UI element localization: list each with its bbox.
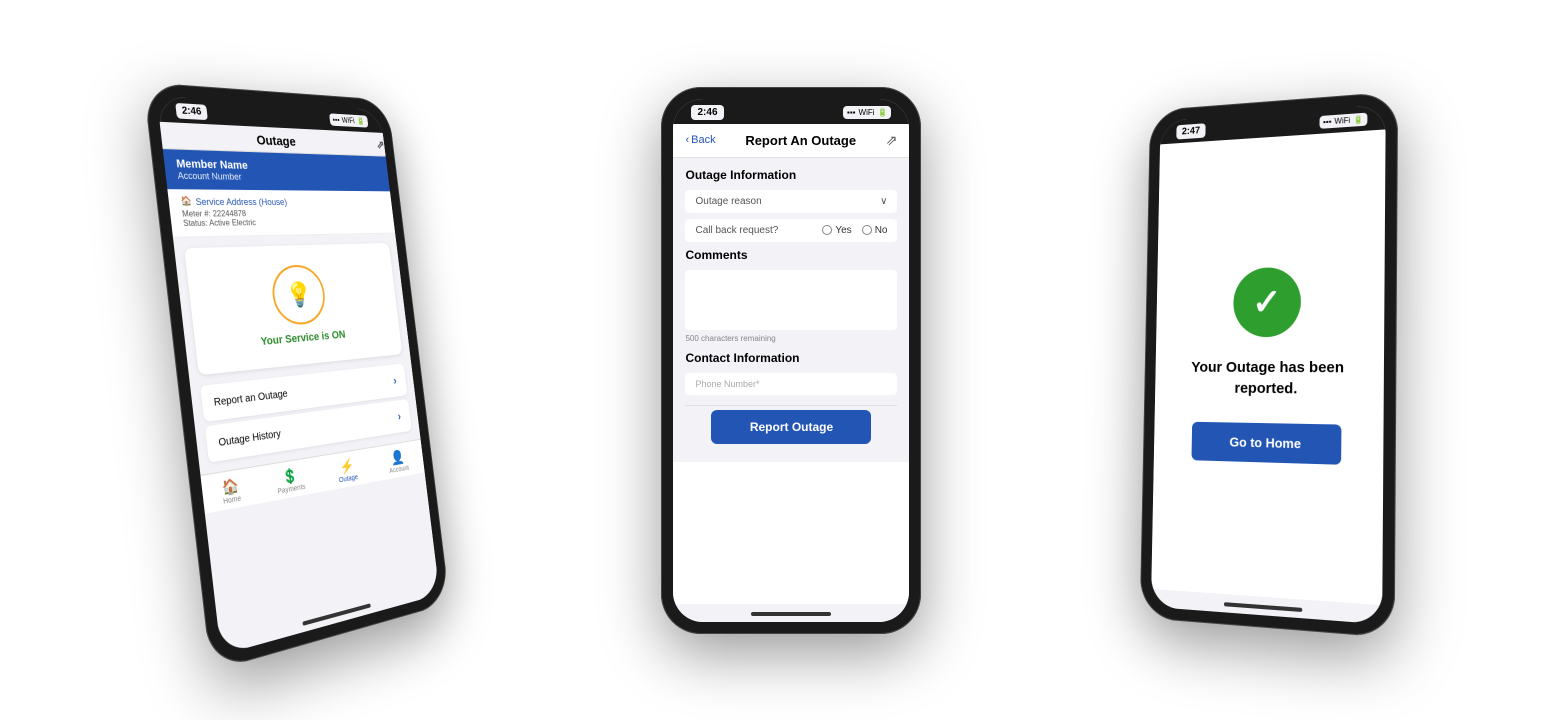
phone-1-screen: 2:46 ▪▪▪ WiFi 🔋 Outage ⇗ xyxy=(157,95,440,654)
on-label: ON xyxy=(331,328,346,341)
outage-info-title: Outage Information xyxy=(685,168,897,182)
comments-textarea[interactable] xyxy=(685,270,897,330)
address-row: 🏠 Service Address (House) xyxy=(180,195,383,207)
account-card: Member Name Account Number xyxy=(163,149,390,191)
success-screen: ✓ Your Outage has been reported. Go to H… xyxy=(1151,129,1385,605)
home-bar-line-3 xyxy=(1224,602,1302,612)
time-3: 2:47 xyxy=(1176,123,1205,139)
nav-payments[interactable]: 💲 Payments xyxy=(275,465,306,495)
battery-icon: 🔋 xyxy=(357,116,366,125)
screen1-title: Outage xyxy=(256,132,297,148)
report-outage-button[interactable]: Report Outage xyxy=(711,410,871,444)
char-remaining-text: 500 characters remaining xyxy=(685,334,897,343)
nav-account[interactable]: 👤 Account xyxy=(387,447,409,474)
screen2-body: Outage Information Outage reason ∨ Call … xyxy=(673,158,909,462)
dropdown-arrow-icon: ∨ xyxy=(880,196,887,207)
yes-label: Yes xyxy=(835,225,851,236)
account-nav-icon: 👤 xyxy=(390,448,405,466)
yes-radio[interactable] xyxy=(822,225,832,235)
nav-outage[interactable]: ⚡ Outage xyxy=(337,456,359,484)
back-chevron-icon: ‹ xyxy=(685,134,689,146)
phone-1-content: Outage ⇗ Member Name Account Number 🏠 Se… xyxy=(160,121,438,635)
house-icon: 🏠 xyxy=(180,195,192,207)
status-icons-1: ▪▪▪ WiFi 🔋 xyxy=(329,113,369,127)
signal-icon-2: ▪▪▪ xyxy=(847,108,856,117)
share-icon[interactable]: ⇗ xyxy=(376,138,385,151)
notch-2 xyxy=(751,99,831,119)
home-bar-2 xyxy=(673,604,909,622)
divider xyxy=(685,405,897,406)
share-icon-2[interactable]: ⇗ xyxy=(886,132,898,149)
phone-2-wrapper: 2:46 ▪▪▪ WiFi 🔋 ‹ Back xyxy=(661,87,921,634)
home-nav-icon: 🏠 xyxy=(221,476,240,497)
phone-2-screen: 2:46 ▪▪▪ WiFi 🔋 ‹ Back xyxy=(673,99,909,622)
address-card: 🏠 Service Address (House) Meter #: 22244… xyxy=(168,189,396,238)
bulb-icon: 💡 xyxy=(285,279,314,309)
battery-icon-3: 🔋 xyxy=(1353,114,1363,124)
scene: 2:46 ▪▪▪ WiFi 🔋 Outage ⇗ xyxy=(0,0,1563,720)
phone-3: 2:47 ▪▪▪ WiFi 🔋 ✓ Your Outage has been r… xyxy=(1140,91,1398,638)
callback-row: Call back request? Yes No xyxy=(685,219,897,242)
outage-reason-label: Outage reason xyxy=(695,196,761,207)
signal-icon-3: ▪▪▪ xyxy=(1323,117,1331,126)
nav-home[interactable]: 🏠 Home xyxy=(221,476,242,506)
home-bar-line-2 xyxy=(751,612,831,616)
back-button[interactable]: ‹ Back xyxy=(685,134,715,146)
back-label: Back xyxy=(691,134,715,146)
callback-label: Call back request? xyxy=(695,225,778,236)
no-radio[interactable] xyxy=(862,225,872,235)
no-label: No xyxy=(875,225,888,236)
phone-2-content: ‹ Back Report An Outage ⇗ Outage Informa… xyxy=(673,124,909,604)
success-circle: ✓ xyxy=(1233,266,1301,337)
phone-input-placeholder: Phone Number* xyxy=(695,379,887,389)
go-home-button[interactable]: Go to Home xyxy=(1191,421,1341,464)
phone-number-input[interactable]: Phone Number* xyxy=(685,373,897,395)
report-outage-label: Report an Outage xyxy=(213,388,288,408)
status-bar-2: 2:46 ▪▪▪ WiFi 🔋 xyxy=(673,99,909,124)
outage-reason-row[interactable]: Outage reason ∨ xyxy=(685,190,897,213)
callback-radio-group: Yes No xyxy=(822,225,887,236)
service-on-text: Your Service is ON xyxy=(205,325,393,353)
phone-2: 2:46 ▪▪▪ WiFi 🔋 ‹ Back xyxy=(661,87,921,634)
no-option[interactable]: No xyxy=(862,225,888,236)
report-outage-title: Report An Outage xyxy=(716,133,886,148)
screen2-header: ‹ Back Report An Outage ⇗ xyxy=(673,124,909,158)
chevron-right-icon: › xyxy=(393,373,398,387)
outage-history-label: Outage History xyxy=(218,428,281,449)
phone-3-screen: 2:47 ▪▪▪ WiFi 🔋 ✓ Your Outage has been r… xyxy=(1151,104,1386,624)
outage-nav-icon: ⚡ xyxy=(339,456,355,475)
payments-nav-icon: 💲 xyxy=(281,466,299,486)
time-1: 2:46 xyxy=(175,102,208,119)
comments-title: Comments xyxy=(685,248,897,262)
signal-icon: ▪▪▪ xyxy=(332,115,340,124)
service-status-card: 💡 Your Service is ON xyxy=(184,242,402,374)
notch-1 xyxy=(241,101,313,125)
status-icons-2: ▪▪▪ WiFi 🔋 xyxy=(843,106,891,119)
service-status-text: Status: Active Electric xyxy=(183,217,385,228)
time-2: 2:46 xyxy=(691,105,723,120)
phone-1: 2:46 ▪▪▪ WiFi 🔋 Outage ⇗ xyxy=(143,82,450,671)
payments-nav-label: Payments xyxy=(277,483,306,495)
battery-icon-2: 🔋 xyxy=(878,108,888,117)
yes-option[interactable]: Yes xyxy=(822,225,851,236)
notch-3 xyxy=(1231,110,1308,135)
chevron-right-icon-2: › xyxy=(397,409,402,423)
wifi-icon-3: WiFi xyxy=(1334,115,1350,125)
phone-1-wrapper: 2:46 ▪▪▪ WiFi 🔋 Outage ⇗ xyxy=(143,82,450,671)
address-text: Service Address (House) xyxy=(195,196,287,206)
contact-info-title: Contact Information xyxy=(685,351,897,365)
status-icons-3: ▪▪▪ WiFi 🔋 xyxy=(1319,112,1367,128)
success-message: Your Outage has been reported. xyxy=(1173,356,1363,399)
bulb-circle: 💡 xyxy=(269,264,328,326)
wifi-icon-2: WiFi xyxy=(859,108,875,117)
wifi-icon: WiFi xyxy=(342,115,356,124)
checkmark-icon: ✓ xyxy=(1252,283,1282,319)
phone-3-wrapper: 2:47 ▪▪▪ WiFi 🔋 ✓ Your Outage has been r… xyxy=(1140,91,1398,638)
